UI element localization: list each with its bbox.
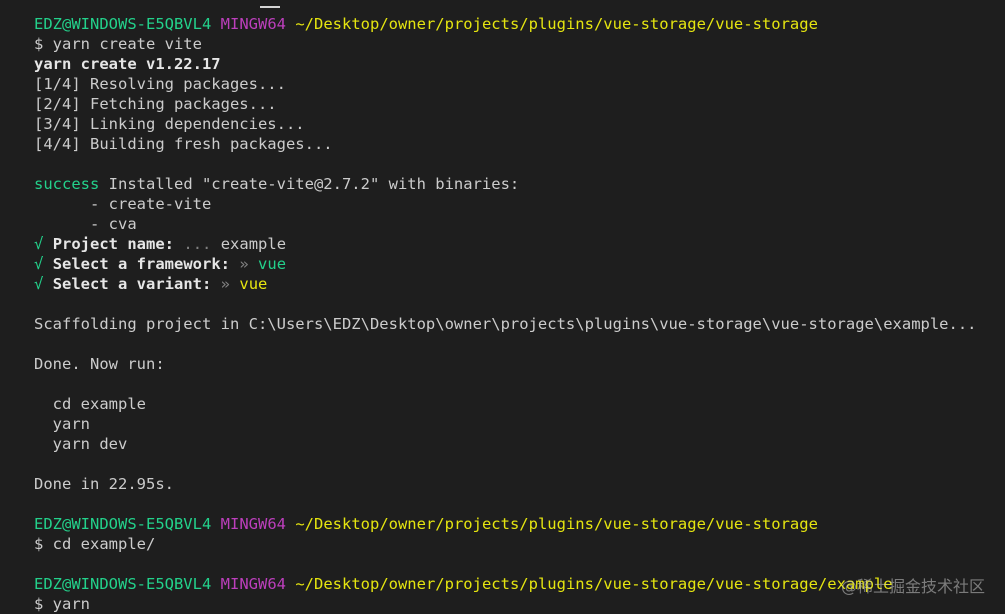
question-answer: vue: [239, 275, 268, 293]
step-line: [2/4] Fetching packages...: [34, 95, 277, 113]
binary-line: - create-vite: [34, 195, 212, 213]
question-separator: »: [220, 275, 231, 293]
question-separator: »: [239, 255, 249, 273]
done-in-line: Done in 22.95s.: [34, 475, 174, 493]
success-text: Installed "create-vite@2.7.2" with binar…: [99, 175, 520, 193]
command-line: $ yarn: [34, 595, 90, 613]
command-line: $ cd example/: [34, 535, 156, 553]
question-line: √ Project name: ... example: [34, 234, 1005, 254]
prompt-path: ~/Desktop/owner/projects/plugins/vue-sto…: [295, 15, 818, 33]
check-icon: √: [34, 235, 44, 253]
top-accent-bar: [260, 6, 280, 8]
prompt-user: EDZ@WINDOWS-E5QBVL4: [34, 515, 212, 533]
step-line: [4/4] Building fresh packages...: [34, 135, 333, 153]
question-line: √ Select a variant: » vue: [34, 274, 1005, 294]
question-answer: vue: [258, 255, 287, 273]
command-line: $ yarn create vite: [34, 35, 202, 53]
question-answer: example: [220, 235, 287, 253]
run-command-line: cd example: [34, 395, 146, 413]
done-now-line: Done. Now run:: [34, 355, 165, 373]
prompt-line: EDZ@WINDOWS-E5QBVL4 MINGW64 ~/Desktop/ow…: [34, 514, 1005, 534]
question-label: Select a framework:: [52, 255, 230, 273]
question-line: √ Select a framework: » vue: [34, 254, 1005, 274]
prompt-shell: MINGW64: [220, 515, 286, 533]
scaffold-line: Scaffolding project in C:\Users\EDZ\Desk…: [34, 315, 977, 333]
question-label: Project name:: [52, 235, 175, 253]
prompt-path: ~/Desktop/owner/projects/plugins/vue-sto…: [295, 515, 818, 533]
prompt-user: EDZ@WINDOWS-E5QBVL4: [34, 575, 212, 593]
terminal-output[interactable]: EDZ@WINDOWS-E5QBVL4 MINGW64 ~/Desktop/ow…: [34, 14, 1005, 614]
step-line: [1/4] Resolving packages...: [34, 75, 286, 93]
binary-line: - cva: [34, 215, 137, 233]
prompt-user: EDZ@WINDOWS-E5QBVL4: [34, 15, 212, 33]
prompt-shell: MINGW64: [220, 15, 286, 33]
prompt-shell: MINGW64: [220, 575, 286, 593]
run-command-line: yarn: [34, 415, 90, 433]
prompt-line: EDZ@WINDOWS-E5QBVL4 MINGW64 ~/Desktop/ow…: [34, 14, 1005, 34]
check-icon: √: [34, 255, 44, 273]
yarn-header: yarn create v1.22.17: [34, 55, 221, 73]
step-line: [3/4] Linking dependencies...: [34, 115, 305, 133]
prompt-path: ~/Desktop/owner/projects/plugins/vue-sto…: [295, 575, 893, 593]
run-command-line: yarn dev: [34, 435, 128, 453]
watermark-text: @稀土掘金技术社区: [840, 577, 985, 596]
check-icon: √: [34, 275, 44, 293]
question-separator: ...: [183, 235, 212, 253]
success-line: success Installed "create-vite@2.7.2" wi…: [34, 174, 1005, 194]
success-label: success: [34, 175, 100, 193]
question-label: Select a variant:: [52, 275, 212, 293]
